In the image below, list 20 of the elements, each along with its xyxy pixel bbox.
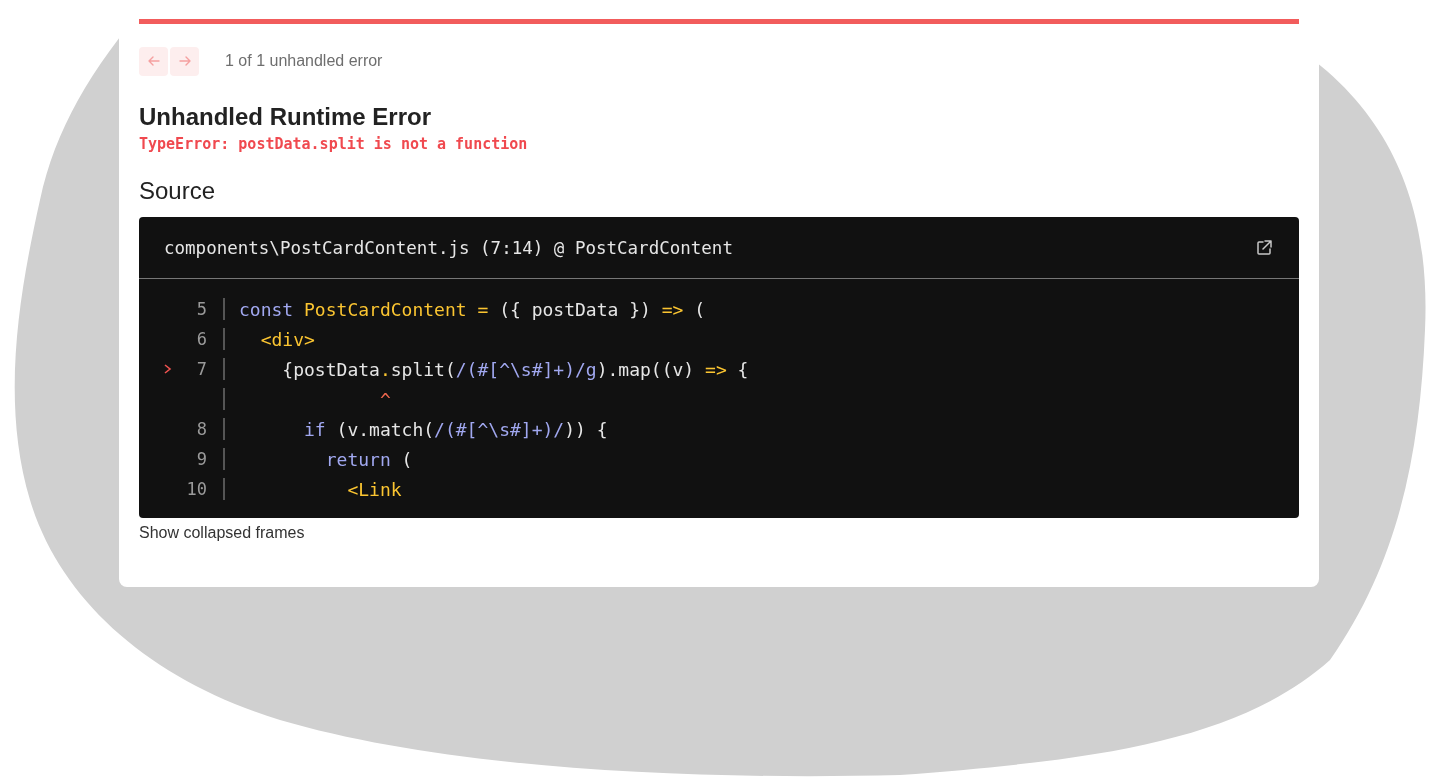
line-number: 10 (185, 479, 207, 499)
code-line: <div> (259, 328, 315, 350)
code-line: if (v.match(/(#[^\s#]+)/)) { (303, 418, 608, 440)
line-number: 9 (195, 449, 207, 469)
code-line: ^ (378, 388, 391, 410)
line-number: 8 (195, 419, 207, 439)
file-location: components\PostCardContent.js (7:14) @ PostCardContent (164, 237, 733, 258)
code-line: <Link (346, 478, 402, 500)
line-number: 6 (195, 329, 207, 349)
line-number: 7 (195, 359, 207, 379)
line-number: 5 (195, 299, 207, 319)
code-line: {postData.split(/(#[^\s#]+)/g).map((v) => { (281, 358, 749, 380)
code-line: const PostCardContent = ({ postData }) => ( (239, 298, 706, 320)
error-title: Unhandled Runtime Error (139, 102, 433, 132)
open-external-icon[interactable] (1255, 238, 1273, 257)
section-heading: Source (139, 176, 217, 206)
code-line: return ( (324, 448, 413, 470)
show-frames-link[interactable]: Show collapsed frames (139, 524, 305, 542)
error-counter: 1 of 1 unhandled error (225, 52, 383, 70)
error-message: TypeError: postData.split is not a function (139, 135, 529, 153)
